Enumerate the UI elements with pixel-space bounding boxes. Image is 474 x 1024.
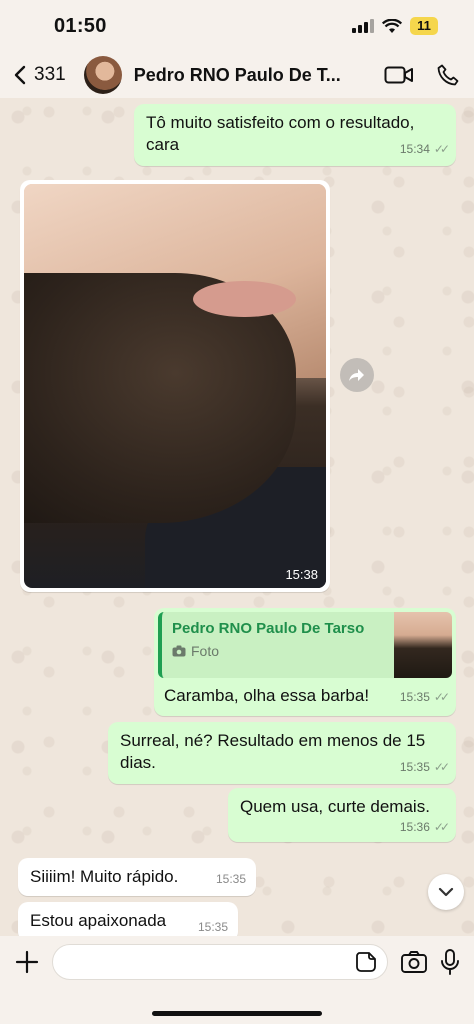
message-bubble-outgoing[interactable]: Tô muito satisfeito com o resultado, car…	[134, 104, 456, 166]
microphone-icon[interactable]	[440, 948, 460, 976]
message-time: 15:35	[399, 690, 430, 704]
photo-message[interactable]: 15:38	[20, 180, 330, 592]
message-meta: 15:35	[198, 916, 228, 938]
message-meta: 15:35 ✓✓	[399, 756, 450, 778]
double-check-icon: ✓✓	[433, 820, 450, 834]
scroll-to-bottom-button[interactable]	[428, 874, 464, 910]
battery-indicator: 11	[410, 17, 438, 35]
sticker-icon[interactable]	[355, 951, 377, 973]
status-bar: 01:50 11	[0, 0, 474, 52]
beard-photo[interactable]: 15:38	[24, 184, 326, 588]
signal-icon	[352, 19, 374, 33]
double-check-icon: ✓✓	[433, 142, 450, 156]
plus-icon[interactable]	[14, 949, 40, 975]
home-indicator	[152, 1011, 322, 1016]
status-time: 01:50	[54, 14, 107, 37]
avatar[interactable]	[83, 56, 122, 94]
chat-header: 331 Pedro RNO Paulo De T...	[0, 52, 474, 98]
camera-icon[interactable]	[400, 950, 428, 974]
message-meta: 15:36 ✓✓	[399, 816, 450, 838]
quote-thumbnail	[394, 612, 452, 678]
message-text: Siiiim! Muito rápido.	[30, 867, 179, 886]
message-text: Estou apaixonada	[30, 911, 167, 930]
chevron-down-icon	[438, 887, 454, 897]
status-icons: 11	[352, 17, 438, 35]
message-bubble-incoming[interactable]: Siiiim! Muito rápido. 15:35	[18, 858, 256, 896]
photo-time: 15:38	[285, 567, 318, 582]
message-input[interactable]	[52, 944, 388, 980]
double-check-icon: ✓✓	[433, 690, 450, 704]
message-text: Surreal, né? Resultado em menos de 15 di…	[120, 731, 426, 772]
quote-type-label: Foto	[191, 643, 220, 659]
message-time: 15:34	[399, 142, 430, 156]
message-text: Caramba, olha essa barba!	[164, 686, 370, 705]
message-time: 15:35	[197, 920, 228, 934]
back-chevron-icon	[14, 65, 26, 85]
video-call-icon[interactable]	[384, 65, 414, 85]
message-meta: 15:34 ✓✓	[399, 138, 450, 160]
message-bubble-outgoing[interactable]: Surreal, né? Resultado em menos de 15 di…	[108, 722, 456, 784]
message-text: Quem usa, curte demais.	[240, 797, 430, 816]
quoted-message[interactable]: Pedro RNO Paulo De Tarso Foto	[158, 612, 452, 678]
unread-count: 331	[34, 64, 66, 85]
composer-bar	[0, 936, 474, 1024]
message-time: 15:35	[399, 760, 430, 774]
message-meta: 15:35 ✓✓	[399, 690, 450, 704]
forward-button[interactable]	[340, 358, 374, 392]
camera-small-icon	[172, 645, 186, 657]
message-time: 15:36	[399, 820, 430, 834]
message-bubble-outgoing[interactable]: Quem usa, curte demais. 15:36 ✓✓	[228, 788, 456, 842]
double-check-icon: ✓✓	[433, 760, 450, 774]
message-meta: 15:35	[216, 868, 246, 890]
wifi-icon	[382, 18, 402, 33]
message-time: 15:35	[215, 872, 246, 886]
phone-icon[interactable]	[436, 63, 460, 87]
message-bubble-reply[interactable]: Pedro RNO Paulo De Tarso Foto Caramba, o…	[154, 608, 456, 716]
back-button[interactable]: 331	[14, 64, 66, 86]
contact-name[interactable]: Pedro RNO Paulo De T...	[134, 65, 372, 86]
forward-icon	[349, 369, 364, 381]
message-text: Tô muito satisfeito com o resultado, car…	[146, 113, 415, 154]
